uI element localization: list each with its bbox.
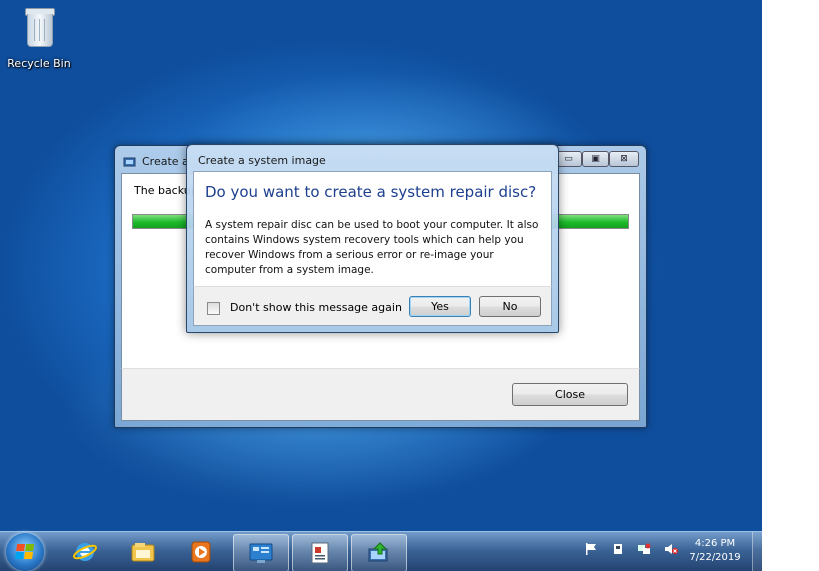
dialog-content: Do you want to create a system repair di… [193,171,552,287]
system-clock[interactable]: 4:26 PM 7/22/2019 [680,537,750,565]
taskbar: 4:26 PM 7/22/2019 [0,531,762,571]
dont-show-again-checkbox[interactable] [207,302,220,315]
internet-explorer-icon [72,543,98,561]
taskbar-internet-explorer[interactable] [58,534,112,570]
taskbar-windows-explorer[interactable] [116,534,170,570]
system-tray [584,542,687,562]
dialog-title: Create a system image [198,154,326,167]
media-player-icon [191,541,211,563]
document-icon [311,542,329,564]
close-button[interactable]: Close [512,383,628,406]
device-icon[interactable] [611,542,625,556]
backup-restore-icon [368,542,388,562]
windows-explorer-icon [131,543,155,562]
repair-disc-dialog: Create a system image Do you want to cre… [186,144,559,333]
window-footer: Close [121,368,640,421]
backup-app-icon [123,157,136,167]
clock-time: 4:26 PM [694,538,736,549]
volume-muted-icon[interactable] [664,542,678,556]
recycle-bin-shortcut[interactable]: Recycle Bin [4,6,74,70]
windows-logo-icon [15,544,35,560]
taskbar-backup-restore[interactable] [351,534,407,571]
dialog-body-text: A system repair disc can be used to boot… [205,219,539,276]
yes-button[interactable]: Yes [409,296,471,317]
network-icon[interactable] [637,542,651,556]
dialog-question: Do you want to create a system repair di… [205,183,537,201]
recycle-bin-icon [22,6,56,50]
dialog-button-bar: Don't show this message again Yes No [193,286,552,326]
taskbar-document[interactable] [292,534,348,571]
action-center-flag-icon[interactable] [584,542,598,556]
maximize-button[interactable]: ▣ [582,151,609,167]
taskbar-media-player[interactable] [174,534,228,570]
clock-date: 7/22/2019 [689,552,741,563]
close-window-button[interactable]: ⊠ [609,151,639,167]
minimize-button[interactable]: ▭ [555,151,582,167]
control-panel-icon [249,543,273,563]
desktop: Recycle Bin Create a ▭ ▣ ⊠ The backup Cl… [0,0,762,571]
no-button[interactable]: No [479,296,541,317]
window-title: Create a [123,154,189,170]
dont-show-again-label[interactable]: Don't show this message again [230,301,402,314]
taskbar-control-panel[interactable] [233,534,289,571]
start-button[interactable] [6,533,44,571]
recycle-bin-label: Recycle Bin [7,57,71,70]
show-desktop-button[interactable] [752,532,762,571]
